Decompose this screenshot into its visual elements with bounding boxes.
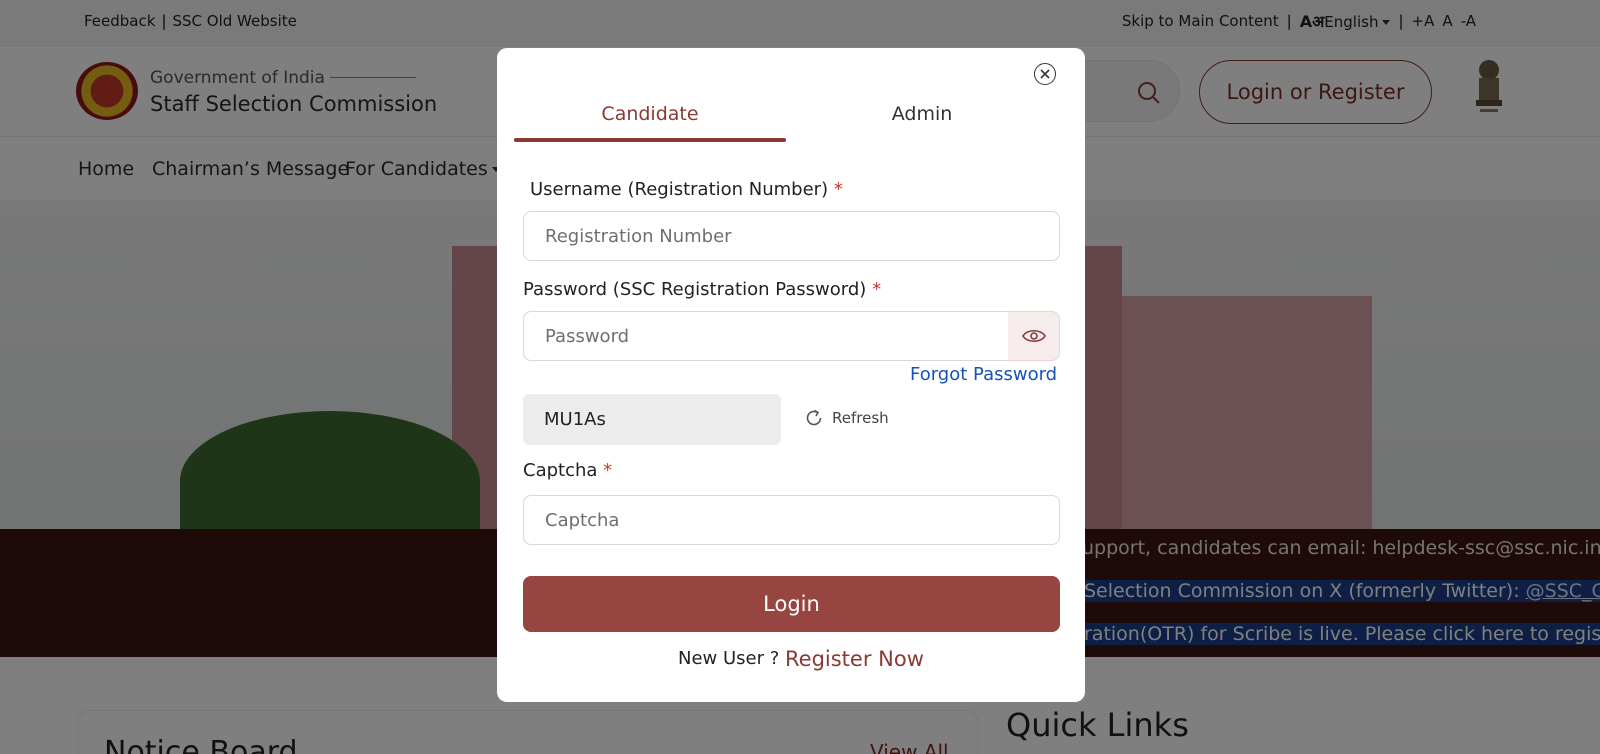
password-input[interactable] <box>523 311 1009 361</box>
required-marker: * <box>833 179 843 200</box>
refresh-icon <box>806 409 822 426</box>
tab-candidate[interactable]: Candidate <box>514 103 786 125</box>
captcha-image: MU1As <box>523 394 781 445</box>
eye-icon <box>1021 329 1046 343</box>
password-label: Password (SSC Registration Password) * <box>523 279 881 300</box>
forgot-password-link[interactable]: Forgot Password <box>910 364 1057 385</box>
captcha-input[interactable] <box>523 495 1060 545</box>
captcha-label-text: Captcha <box>523 460 598 481</box>
new-user-label: New User ? <box>678 648 780 669</box>
username-input[interactable] <box>523 211 1060 261</box>
required-marker: * <box>872 279 882 300</box>
active-tab-indicator <box>514 138 786 142</box>
login-button[interactable]: Login <box>523 576 1060 632</box>
close-button[interactable] <box>1034 63 1056 85</box>
toggle-password-button[interactable] <box>1008 311 1060 361</box>
login-modal: Candidate Admin Username (Registration N… <box>497 48 1085 702</box>
username-label: Username (Registration Number) * <box>530 179 843 200</box>
password-label-text: Password (SSC Registration Password) <box>523 279 867 300</box>
register-now-link[interactable]: Register Now <box>785 647 924 671</box>
close-icon <box>1040 69 1050 79</box>
captcha-label: Captcha * <box>523 460 612 481</box>
required-marker: * <box>603 460 613 481</box>
tab-admin[interactable]: Admin <box>786 103 1058 125</box>
username-label-text: Username (Registration Number) <box>530 179 829 200</box>
refresh-label: Refresh <box>832 409 889 427</box>
refresh-captcha-button[interactable]: Refresh <box>804 408 889 428</box>
